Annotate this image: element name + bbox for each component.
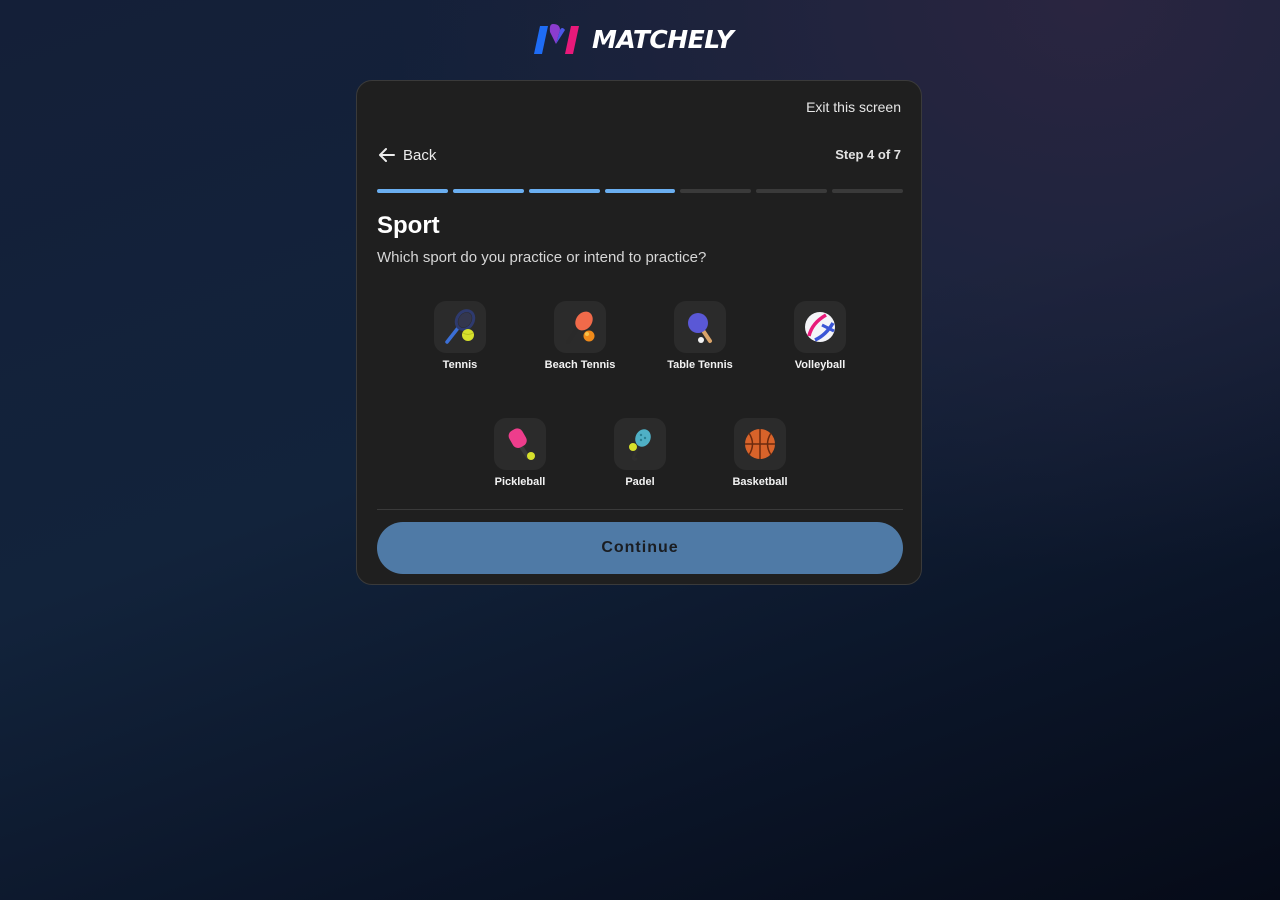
onboarding-card: Exit this screen Back Step 4 of 7 Sport …: [356, 80, 922, 585]
back-label: Back: [403, 146, 437, 164]
ping-pong-paddle-icon: [688, 313, 712, 343]
sport-option-volleyball[interactable]: Volleyball: [765, 301, 875, 371]
sport-option-table-tennis[interactable]: Table Tennis: [645, 301, 755, 371]
sport-tile: [434, 301, 486, 353]
brand-logo: MATCHELY: [534, 22, 734, 58]
page-subtitle: Which sport do you practice or intend to…: [377, 249, 707, 266]
padel-racket-icon: [629, 429, 651, 461]
sport-tile: [614, 418, 666, 470]
pickleball-paddle-icon: [508, 428, 535, 460]
sport-label: Padel: [625, 476, 655, 488]
progress-segment-complete: [604, 189, 676, 193]
sport-label: Pickleball: [494, 476, 546, 488]
volleyball-icon: [805, 312, 835, 342]
sport-label: Beach Tennis: [544, 359, 616, 371]
progress-segment-pending: [680, 189, 752, 193]
sport-tile: [794, 301, 846, 353]
logo-mark-icon: [534, 24, 579, 54]
page-title: Sport: [377, 212, 440, 239]
sport-tile: [494, 418, 546, 470]
back-button[interactable]: Back: [377, 145, 436, 165]
beach-tennis-paddle-icon: [566, 311, 595, 344]
sport-tile: [554, 301, 606, 353]
progress-segment-complete: [377, 189, 448, 193]
step-indicator: Step 4 of 7: [835, 147, 901, 162]
exit-screen-link[interactable]: Exit this screen: [806, 99, 901, 115]
sport-option-tennis[interactable]: Tennis: [405, 301, 515, 371]
progress-segment-pending: [756, 189, 828, 193]
progress-segment-complete: [528, 189, 600, 193]
progress-bar: [377, 189, 904, 193]
sport-label: Volleyball: [794, 359, 846, 371]
basketball-icon: [745, 429, 775, 459]
progress-segment-complete: [452, 189, 524, 193]
sport-label: Tennis: [442, 359, 478, 371]
sport-tile: [674, 301, 726, 353]
sport-option-pickleball[interactable]: Pickleball: [465, 418, 575, 488]
sport-option-basketball[interactable]: Basketball: [705, 418, 815, 488]
sport-option-beach-tennis[interactable]: Beach Tennis: [525, 301, 635, 371]
progress-segment-pending: [832, 189, 904, 193]
footer-divider: [377, 509, 903, 510]
sport-label: Table Tennis: [667, 359, 733, 371]
tennis-racket-icon: [445, 309, 476, 344]
brand-name: MATCHELY: [592, 25, 734, 54]
sport-tile: [734, 418, 786, 470]
sport-option-padel[interactable]: Padel: [585, 418, 695, 488]
sport-label: Basketball: [732, 476, 788, 488]
arrow-left-icon: [379, 148, 395, 162]
continue-button[interactable]: Continue: [377, 522, 903, 574]
